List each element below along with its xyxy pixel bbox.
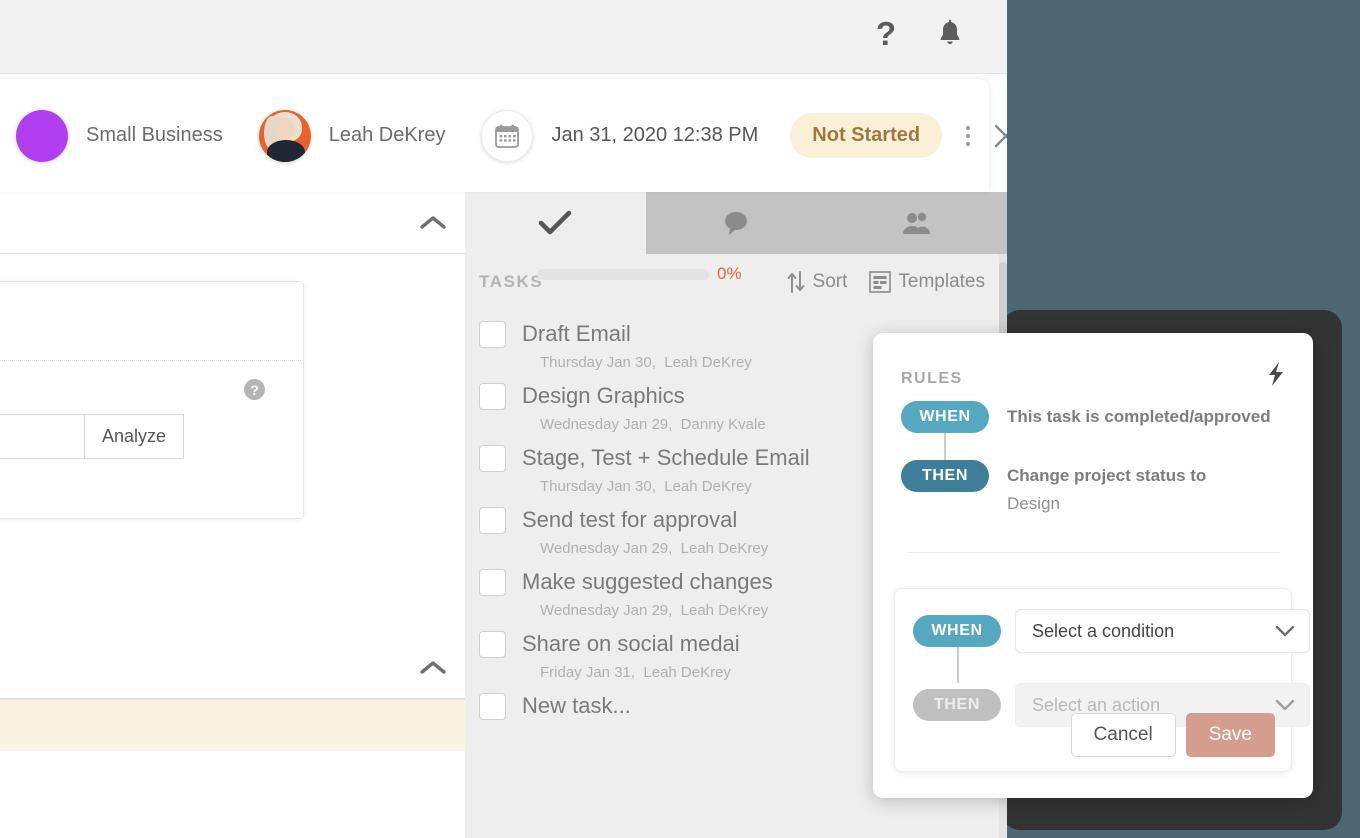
existing-rule: WHEN This task is completed/approved THE… <box>901 401 1286 514</box>
tasks-header-row: TASKS 0% Sort Templates <box>465 254 1007 310</box>
due-date-label: Jan 31, 2020 12:38 PM <box>551 124 759 146</box>
task-title[interactable]: Stage, Test + Schedule Email <box>522 445 810 471</box>
new-rule-form: WHEN Select a condition THEN Select an a… <box>894 588 1310 772</box>
checkmark-icon <box>539 210 572 235</box>
tasks-section-label: TASKS <box>479 272 544 291</box>
templates-label: Templates <box>898 271 985 292</box>
help-tooltip-icon[interactable]: ? <box>244 379 265 400</box>
templates-button[interactable]: Templates <box>869 271 985 293</box>
new-task-checkbox[interactable] <box>479 692 506 720</box>
rules-card: RULES WHEN This task is completed/approv… <box>873 333 1313 798</box>
highlighted-row-strip <box>0 699 471 751</box>
task-title[interactable]: Design Graphics <box>522 383 685 409</box>
task-checkbox[interactable] <box>479 568 506 596</box>
when-pill: WHEN <box>913 615 1001 647</box>
task-checkbox[interactable] <box>479 382 506 410</box>
when-pill: WHEN <box>901 401 989 433</box>
status-badge[interactable]: Not Started <box>790 113 943 158</box>
tab-people[interactable] <box>826 192 1007 254</box>
tasks-header-actions: Sort Templates <box>786 271 985 293</box>
task-title[interactable]: Make suggested changes <box>522 569 773 595</box>
workspace-avatar[interactable] <box>16 109 68 162</box>
question-mark-glyph: ? <box>875 15 897 52</box>
then-action-value: Design <box>1007 494 1060 513</box>
cancel-button[interactable]: Cancel <box>1070 713 1176 757</box>
task-checkbox[interactable] <box>479 630 506 658</box>
avatar-face <box>275 117 294 140</box>
then-pill: THEN <box>901 460 989 492</box>
calendar-icon[interactable] <box>481 109 534 162</box>
lightning-bolt-icon[interactable] <box>1265 361 1287 392</box>
bell-glyph <box>940 19 960 44</box>
new-rule-when-row: WHEN Select a condition <box>913 609 1310 653</box>
analyze-input[interactable] <box>0 414 84 459</box>
lower-section-block <box>0 637 471 751</box>
rules-title: RULES <box>901 370 963 387</box>
chevron-up-icon[interactable] <box>420 660 446 676</box>
existing-rule-when-row: WHEN This task is completed/approved <box>901 401 1286 433</box>
task-title[interactable]: Draft Email <box>522 321 631 347</box>
templates-grid-icon <box>869 271 892 293</box>
chevron-down-icon <box>1275 699 1295 711</box>
tasks-panel-tabs <box>465 192 1007 254</box>
task-progress: 0% <box>537 264 742 284</box>
progress-bar-track <box>537 268 709 280</box>
condition-select-value: Select a condition <box>1032 620 1175 641</box>
task-detail-header: Small Business Leah DeKrey Jan 31, 2020 … <box>0 79 1007 192</box>
close-glyph <box>994 124 1007 147</box>
close-icon[interactable] <box>992 119 1007 153</box>
when-condition-text: This task is completed/approved <box>1007 407 1271 426</box>
avatar-body <box>266 139 305 162</box>
assignee-name: Leah DeKrey <box>328 124 446 146</box>
section-collapse-row-top[interactable] <box>0 192 471 254</box>
chevron-down-icon <box>1275 625 1295 637</box>
analyze-button[interactable]: Analyze <box>84 414 184 459</box>
then-pill: THEN <box>913 689 1001 721</box>
rule-connector-line <box>944 433 946 460</box>
sort-label: Sort <box>812 271 848 292</box>
progress-percent-label: 0% <box>717 264 742 283</box>
section-collapse-row-bottom[interactable] <box>0 637 471 699</box>
task-checkbox[interactable] <box>479 444 506 472</box>
rules-divider <box>908 552 1280 553</box>
task-title[interactable]: Send test for approval <box>522 507 737 533</box>
form-action-buttons: Cancel Save <box>1070 713 1275 757</box>
kebab-menu-icon[interactable] <box>966 119 971 153</box>
card-divider <box>0 360 303 361</box>
sort-arrows-icon <box>787 271 804 293</box>
workspace-name: Small Business <box>86 124 223 146</box>
comment-bubble-icon <box>725 212 747 235</box>
top-utility-bar: ? <box>0 0 1007 74</box>
task-title[interactable]: Share on social medai <box>522 631 740 657</box>
bell-icon[interactable] <box>933 17 967 51</box>
new-task-input[interactable]: New task... <box>522 693 631 719</box>
help-icon[interactable]: ? <box>869 17 903 51</box>
sort-button[interactable]: Sort <box>786 271 848 293</box>
app-window: ? ? Analyze TASKS 0% Sort Templates Draf… <box>0 0 1007 838</box>
tab-tasks[interactable] <box>465 192 646 254</box>
task-checkbox[interactable] <box>479 320 506 348</box>
analyze-input-group: Analyze <box>0 414 184 459</box>
lightning-bolt-glyph <box>1269 362 1283 386</box>
save-button[interactable]: Save <box>1185 713 1275 757</box>
condition-select[interactable]: Select a condition <box>1015 609 1310 653</box>
task-checkbox[interactable] <box>479 506 506 534</box>
people-icon <box>902 212 930 234</box>
left-content-column: ? Analyze <box>0 192 471 838</box>
existing-rule-then-row: THEN Change project status to Design <box>901 460 1286 514</box>
then-action-text: Change project status to <box>1007 466 1207 485</box>
analyze-card: ? Analyze <box>0 281 304 519</box>
avatar[interactable] <box>258 109 311 162</box>
calendar-glyph <box>495 124 520 148</box>
chevron-up-icon[interactable] <box>420 215 446 231</box>
tab-comments[interactable] <box>645 192 827 254</box>
